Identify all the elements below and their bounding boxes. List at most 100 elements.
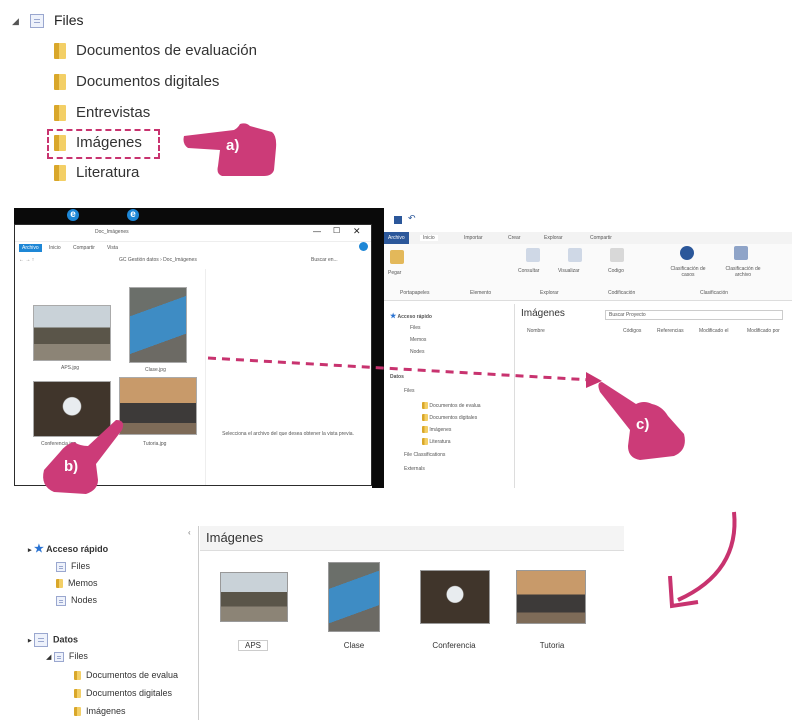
nav-datos[interactable]: ▸ Datos — [28, 633, 78, 647]
close-icon[interactable]: ✕ — [353, 226, 361, 237]
files-icon — [53, 651, 64, 662]
nav-files[interactable]: Files — [410, 325, 421, 331]
collapse-arrow-icon[interactable]: ◢ — [12, 16, 19, 27]
expand-arrow-icon[interactable]: ▸ — [28, 547, 32, 554]
search-project-input[interactable]: Buscar Proyecto — [605, 310, 783, 320]
column-header-nombre[interactable]: Nombre — [527, 328, 545, 334]
ribbon-group-label: Explorar — [540, 290, 559, 296]
tab-archivo[interactable]: Archivo — [384, 232, 409, 244]
tree-item-documentos-digitales[interactable]: Documentos digitales — [54, 73, 219, 91]
tree-item-literatura[interactable]: Literatura — [54, 164, 140, 182]
memo-icon — [56, 579, 63, 589]
help-icon[interactable] — [359, 242, 368, 251]
ribbon-button-label[interactable]: Visualizar — [558, 268, 580, 274]
ribbon-button-label[interactable]: Clasificación de casos — [668, 266, 708, 278]
window-title: Doc_Imágenes — [95, 229, 129, 235]
nav-label: Externals — [404, 466, 425, 472]
column-header-modificado-por[interactable]: Modificado por — [747, 328, 780, 334]
ribbon-button-label[interactable]: Pegar — [388, 270, 401, 276]
image-caption-clase[interactable]: Clase — [334, 641, 374, 650]
file-classification-icon[interactable] — [734, 246, 748, 260]
nvivo-window: ↶ Archivo Inicio Importar Crear Explorar… — [384, 208, 792, 488]
save-icon[interactable] — [394, 216, 402, 224]
tab-compartir[interactable]: Compartir — [73, 245, 95, 251]
nav-quick-access[interactable]: ▸ ★ Acceso rápido — [28, 542, 108, 555]
tree-item-entrevistas[interactable]: Entrevistas — [54, 104, 150, 122]
paste-icon[interactable] — [390, 250, 404, 264]
tab-vista[interactable]: Vista — [107, 245, 118, 251]
nav-files[interactable]: Files — [56, 561, 90, 572]
nav-memos[interactable]: Memos — [410, 337, 426, 343]
tab-compartir[interactable]: Compartir — [590, 235, 612, 241]
nav-label: Documentos digitales — [429, 414, 478, 421]
image-caption-tutoria[interactable]: Tutoria — [522, 641, 582, 650]
navigation-pane: ★ Acceso rápido Files Memos Nodes Datos … — [384, 304, 512, 488]
ribbon-group-label: Elemento — [470, 290, 492, 296]
image-thumbnail-clase[interactable] — [328, 562, 380, 632]
file-label: Tutoria.jpg — [143, 441, 167, 447]
tab-crear[interactable]: Crear — [508, 235, 521, 241]
image-thumbnail-aps[interactable] — [220, 572, 288, 622]
maximize-icon[interactable]: ☐ — [333, 226, 340, 235]
nav-documentos-digitales[interactable]: Documentos digitales — [74, 688, 172, 699]
search-input[interactable]: Buscar en... — [311, 257, 338, 263]
undo-icon[interactable]: ↶ — [408, 213, 416, 224]
ribbon-button-label[interactable]: Clasificación de archivo — [720, 266, 766, 278]
folder-icon — [422, 426, 428, 433]
tab-importar[interactable]: Importar — [464, 235, 483, 241]
nav-imagenes[interactable]: Imágenes — [422, 426, 451, 433]
nav-label: Acceso rápido — [46, 544, 109, 554]
column-header-referencias[interactable]: Referencias — [657, 328, 684, 334]
preview-hint: Selecciona el archivo del que desea obte… — [222, 431, 354, 437]
chart-icon[interactable] — [568, 248, 582, 262]
ribbon-button-label[interactable]: Consultar — [518, 268, 539, 274]
image-thumbnail-tutoria[interactable] — [516, 570, 586, 624]
folder-icon — [54, 165, 66, 182]
tab-explorar[interactable]: Explorar — [544, 235, 563, 241]
nav-nodes[interactable]: Nodes — [56, 595, 97, 606]
nav-label: Documentos de evalua — [86, 670, 179, 680]
file-thumbnail-clase[interactable] — [129, 287, 187, 363]
window-gap — [372, 208, 384, 488]
column-header-modificado-el[interactable]: Modificado el — [699, 328, 728, 334]
collapse-pane-icon[interactable]: ‹ — [188, 528, 191, 537]
nav-memos[interactable]: Memos — [56, 578, 98, 589]
tree-item-label: Literatura — [76, 164, 140, 181]
folder-icon — [74, 671, 81, 681]
ribbon-button-label[interactable]: Codigo — [608, 268, 624, 274]
tab-archivo[interactable]: Archivo — [19, 244, 42, 252]
star-icon: ★ — [34, 543, 44, 555]
tree-item-documentos-evaluacion[interactable]: Documentos de evaluación — [54, 42, 257, 60]
address-path[interactable]: GC Gestión datos › Doc_Imágenes — [119, 257, 197, 263]
nav-quick-access[interactable]: ★ Acceso rápido — [390, 312, 432, 320]
query-icon[interactable] — [526, 248, 540, 262]
files-node-label[interactable]: Files — [54, 12, 84, 28]
nav-file-classifications[interactable]: File Classifications — [404, 452, 445, 458]
image-caption-conferencia[interactable]: Conferencia — [414, 641, 494, 650]
bottom-navigation: ▸ ★ Acceso rápido Files Memos Nodes ▸ Da… — [20, 530, 196, 720]
nav-files-sub[interactable]: ◢ Files — [46, 651, 88, 662]
image-thumbnail-conferencia[interactable] — [420, 570, 490, 624]
code-icon[interactable] — [610, 248, 624, 262]
nav-documentos-digitales[interactable]: Documentos digitales — [422, 414, 477, 421]
collapse-arrow-icon[interactable]: ◢ — [46, 654, 51, 661]
file-thumbnail-aps[interactable] — [33, 305, 111, 361]
list-title: Imágenes — [521, 308, 565, 319]
nav-documentos-evaluacion[interactable]: Documentos de evalua — [74, 670, 179, 681]
column-header-codigos[interactable]: Códigos — [623, 328, 641, 334]
nav-externals[interactable]: Externals — [404, 466, 425, 472]
nav-imagenes[interactable]: Imágenes — [74, 706, 126, 717]
file-thumbnail-tutoria[interactable] — [119, 377, 197, 435]
nav-documentos-evaluacion[interactable]: Documentos de evalua — [422, 402, 481, 409]
expand-arrow-icon[interactable]: ▸ — [28, 637, 32, 644]
case-classification-icon[interactable] — [680, 246, 694, 260]
tab-inicio[interactable]: Inicio — [420, 235, 438, 241]
nav-literatura[interactable]: Literatura — [422, 438, 451, 445]
tab-inicio[interactable]: Inicio — [49, 245, 61, 251]
file-label: Clase.jpg — [145, 367, 166, 373]
minimize-icon[interactable]: — — [313, 227, 321, 236]
window-titlebar: Doc_Imágenes — ☐ ✕ — [15, 225, 371, 242]
nav-arrows-icon[interactable]: ← → ↑ — [19, 257, 34, 263]
image-caption-aps[interactable]: APS — [238, 640, 268, 651]
nav-label: File Classifications — [404, 452, 446, 458]
